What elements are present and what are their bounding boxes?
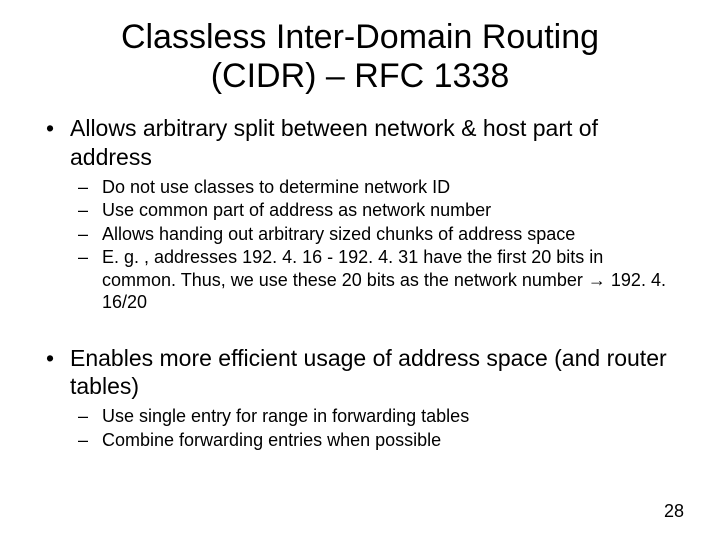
bullet-1-sub-4: E. g. , addresses 192. 4. 16 - 192. 4. 3… bbox=[40, 246, 680, 314]
title-line-2: (CIDR) – RFC 1338 bbox=[211, 57, 510, 95]
bullet-2-sublist: Use single entry for range in forwarding… bbox=[40, 405, 680, 451]
bullet-2-sub-2: Combine forwarding entries when possible bbox=[40, 429, 680, 452]
bullet-1-sublist: Do not use classes to determine network … bbox=[40, 176, 680, 314]
bullet-1-sub-1: Do not use classes to determine network … bbox=[40, 176, 680, 199]
slide: Classless Inter-Domain Routing (CIDR) – … bbox=[0, 0, 720, 540]
bullet-1-sub-2: Use common part of address as network nu… bbox=[40, 199, 680, 222]
bullet-1: Allows arbitrary split between network &… bbox=[40, 114, 680, 172]
bullet-2: Enables more efficient usage of address … bbox=[40, 344, 680, 402]
bullet-list: Allows arbitrary split between network &… bbox=[40, 114, 680, 172]
bullet-2-text: Enables more efficient usage of address … bbox=[70, 345, 667, 400]
title-line-1: Classless Inter-Domain Routing bbox=[121, 18, 599, 56]
spacer bbox=[40, 330, 680, 344]
bullet-list-2: Enables more efficient usage of address … bbox=[40, 344, 680, 402]
bullet-1-sub-3: Allows handing out arbitrary sized chunk… bbox=[40, 223, 680, 246]
bullet-2-sub-1: Use single entry for range in forwarding… bbox=[40, 405, 680, 428]
page-number: 28 bbox=[664, 501, 684, 522]
bullet-1-text: Allows arbitrary split between network &… bbox=[70, 115, 598, 170]
slide-title: Classless Inter-Domain Routing (CIDR) – … bbox=[40, 18, 680, 96]
